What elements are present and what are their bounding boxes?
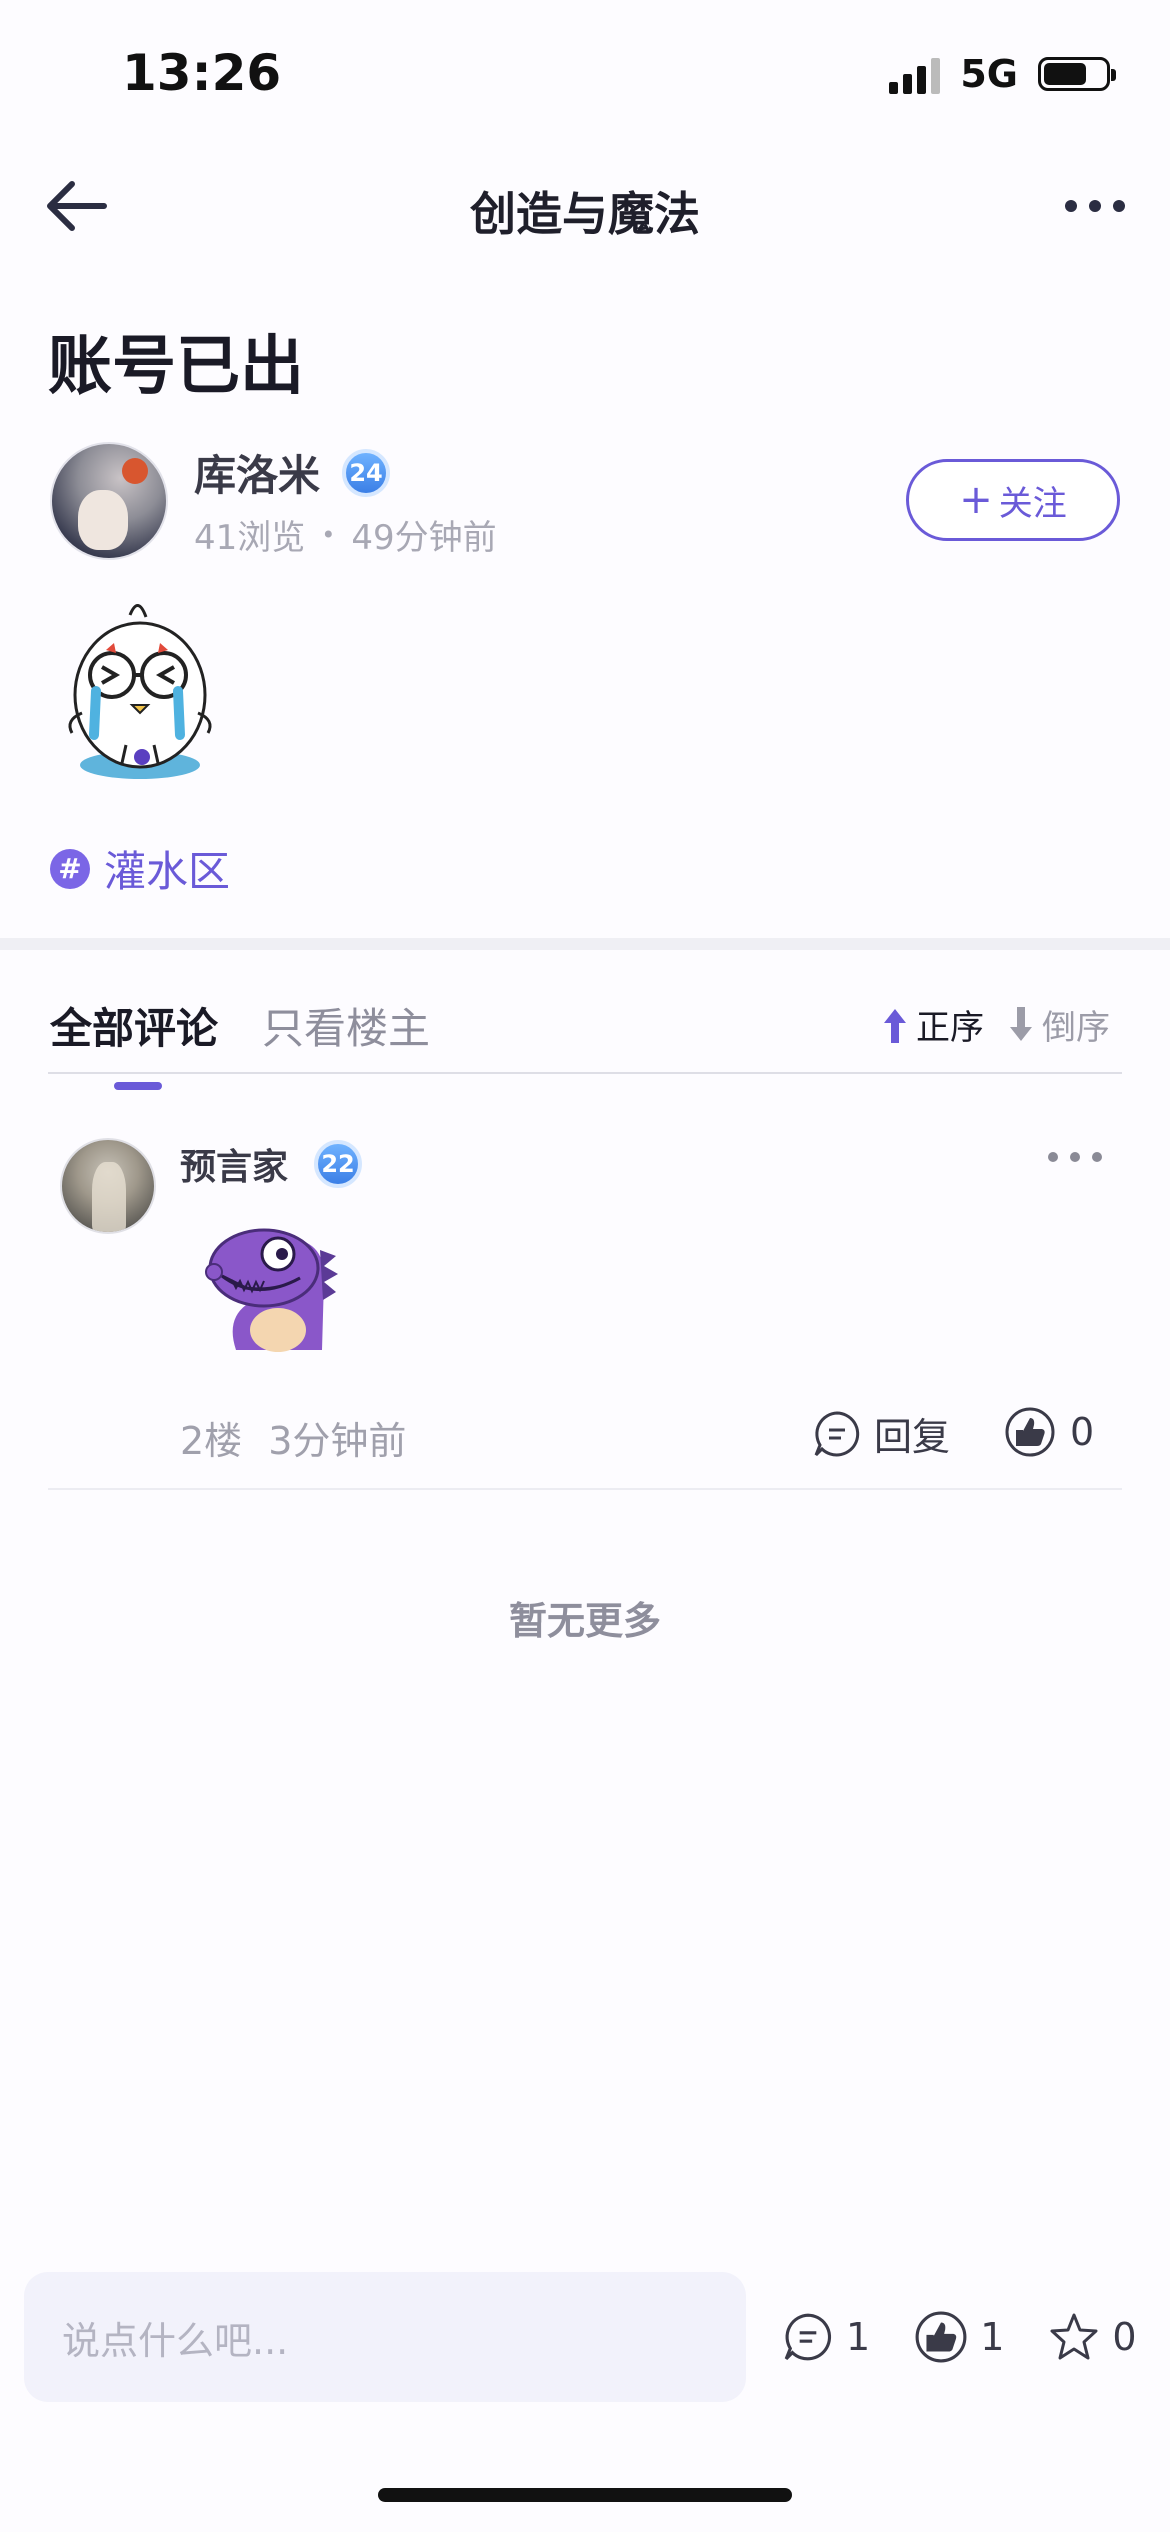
comment-divider — [48, 1488, 1122, 1490]
topic-tag[interactable]: # 灌水区 — [50, 838, 230, 899]
commenter-name[interactable]: 预言家 22 — [180, 1138, 363, 1190]
tabs-divider — [48, 1072, 1122, 1074]
follow-button[interactable]: + 关注 — [906, 459, 1120, 541]
comment-like-button[interactable]: 0 — [1004, 1406, 1094, 1458]
author-name[interactable]: 库洛米 24 — [194, 442, 391, 503]
status-icons: 5G — [889, 52, 1116, 96]
tab-active-indicator — [114, 1082, 162, 1090]
no-more-text: 暂无更多 — [508, 1599, 661, 1643]
battery-icon — [1038, 57, 1116, 91]
bottom-actions: 1 1 0 — [782, 2310, 1137, 2364]
post-meta: 41浏览 • 49分钟前 — [194, 510, 497, 559]
comment-count: 1 — [846, 2315, 871, 2359]
author-name-text: 库洛米 — [194, 451, 321, 500]
home-indicator — [378, 2488, 792, 2502]
view-count: 41浏览 — [194, 518, 306, 558]
more-horizontal-icon — [1048, 1152, 1058, 1162]
comment-like-count: 0 — [1070, 1410, 1095, 1454]
comment-time: 3分钟前 — [268, 1419, 407, 1463]
comment-count-button[interactable]: 1 — [782, 2311, 870, 2363]
reply-label: 回复 — [874, 1415, 951, 1459]
comment-input[interactable]: 说点什么吧... — [24, 2272, 746, 2402]
post-title: 账号已出 — [48, 330, 304, 404]
tag-label: 灌水区 — [104, 847, 231, 896]
commenter-name-text: 预言家 — [180, 1147, 289, 1188]
more-horizontal-icon — [1065, 200, 1077, 212]
post-like-count: 1 — [980, 2315, 1005, 2359]
dinosaur-sticker — [205, 1228, 338, 1352]
favorite-count: 0 — [1112, 2315, 1137, 2359]
post-time: 49分钟前 — [351, 518, 497, 558]
star-icon — [1050, 2313, 1098, 2360]
more-button[interactable] — [1065, 200, 1125, 212]
signal-icon — [889, 54, 941, 94]
level-badge: 24 — [342, 448, 391, 497]
comment-input-placeholder: 说点什么吧... — [62, 2318, 289, 2363]
hash-icon: # — [50, 848, 90, 889]
arrow-up-icon — [884, 1008, 906, 1043]
comment-icon — [784, 2313, 832, 2361]
network-type: 5G — [960, 52, 1018, 96]
sort-desc-label: 倒序 — [1042, 1008, 1110, 1048]
thumbs-up-icon — [1005, 1407, 1055, 1457]
comment-more-button[interactable] — [1048, 1152, 1102, 1162]
crying-bird-sticker — [68, 604, 212, 779]
author-avatar[interactable] — [50, 442, 168, 560]
favorite-button[interactable]: 0 — [1048, 2311, 1137, 2363]
tab-all-comments-label: 全部评论 — [50, 1004, 219, 1053]
plus-icon: + — [959, 477, 993, 523]
thumbs-up-icon — [915, 2311, 967, 2363]
tab-all-comments[interactable]: 全部评论 — [50, 995, 219, 1090]
floor-number: 2楼 — [180, 1419, 243, 1463]
level-badge: 22 — [314, 1140, 363, 1188]
meta-separator-icon: • — [321, 520, 336, 549]
comment-meta: 2楼 3分钟前 — [180, 1410, 406, 1465]
section-divider — [0, 938, 1170, 950]
commenter-avatar[interactable] — [60, 1138, 156, 1234]
sort-controls: 正序 倒序 — [880, 1000, 1110, 1049]
post-like-button[interactable]: 1 — [914, 2310, 1004, 2364]
sort-asc-label: 正序 — [916, 1008, 984, 1048]
status-time: 13:26 — [122, 44, 282, 102]
tab-op-only[interactable]: 只看楼主 — [262, 995, 430, 1056]
reply-button[interactable]: 回复 — [812, 1406, 950, 1461]
arrow-down-icon — [1010, 1006, 1032, 1041]
sort-asc-button[interactable]: 正序 — [880, 1000, 984, 1049]
comment-icon — [814, 1410, 860, 1456]
page-title: 创造与魔法 — [470, 187, 700, 241]
follow-label: 关注 — [998, 483, 1067, 524]
sort-desc-button[interactable]: 倒序 — [1006, 1000, 1110, 1049]
comment-tabs: 全部评论 只看楼主 — [50, 995, 430, 1090]
